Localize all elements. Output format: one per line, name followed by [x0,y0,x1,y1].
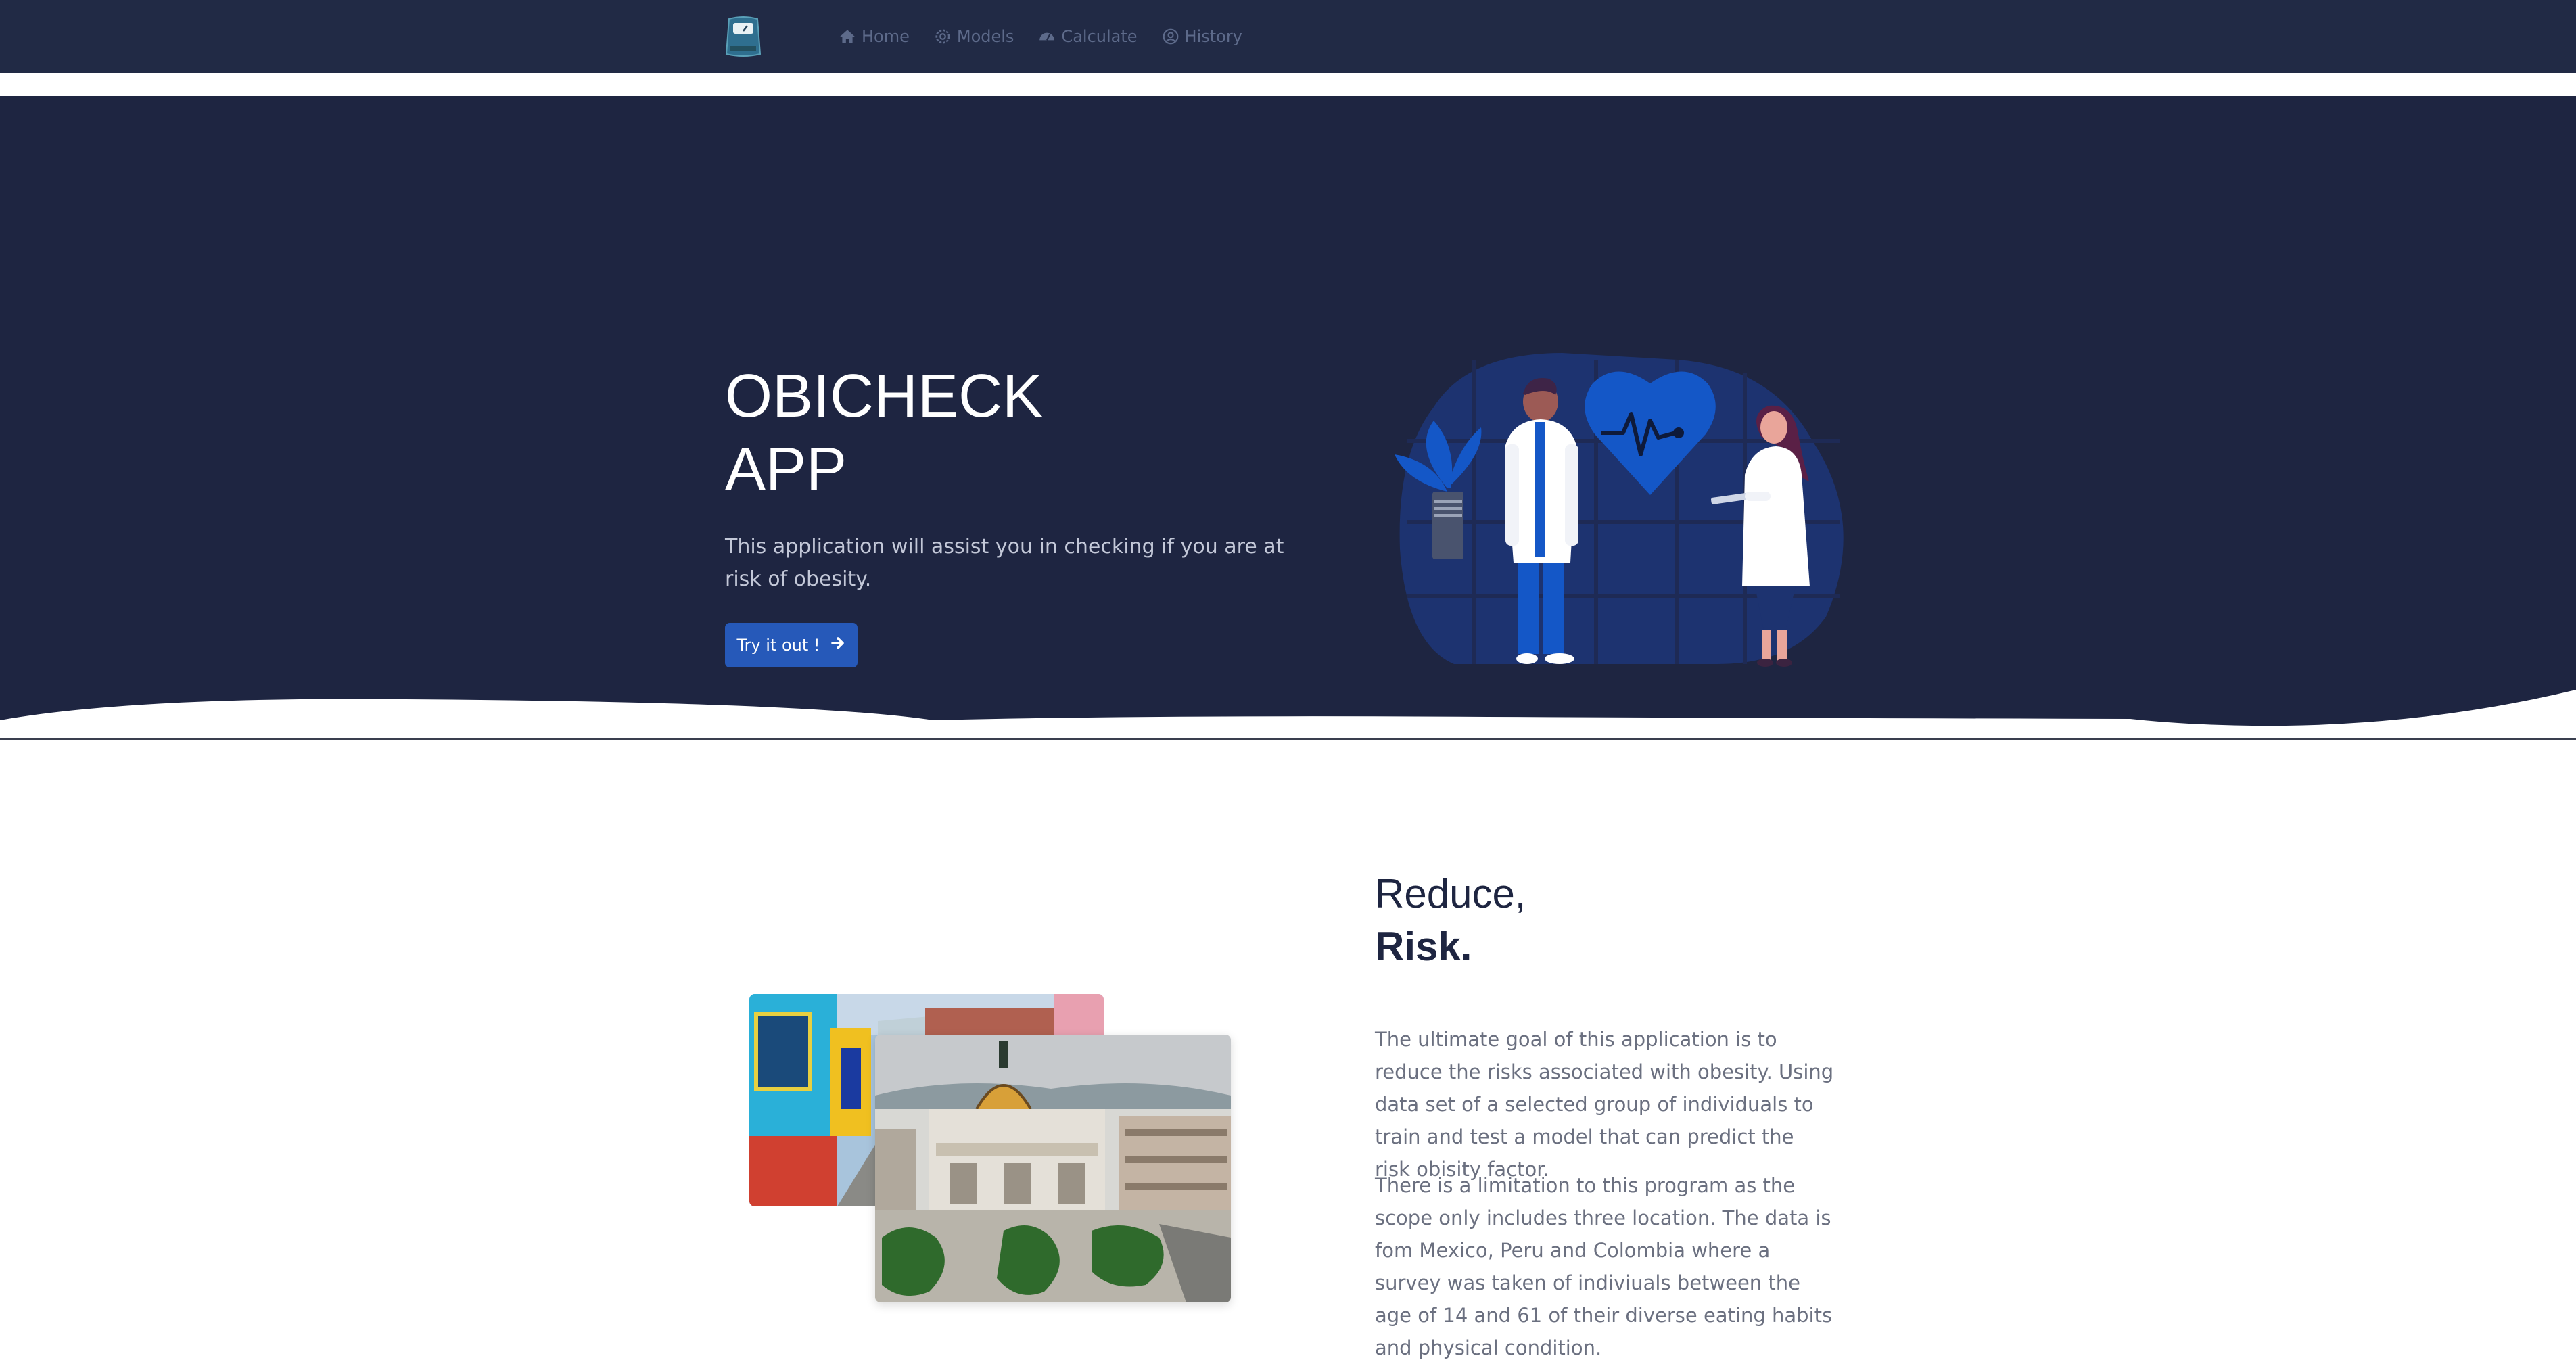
hero-description: This application will assist you in chec… [725,535,1284,591]
section-divider [0,738,2576,740]
about-paragraph-2: There is a limitation to this program as… [1375,1174,1833,1359]
arrow-right-icon [830,635,846,656]
nav-link-history[interactable]: History [1162,27,1242,46]
hero-wave-divider [0,683,2576,751]
nav-links: Home Models Calculate History [839,0,1267,73]
nav-link-label: Models [956,27,1014,46]
gauge-icon [1039,32,1055,41]
try-it-out-button[interactable]: Try it out ! [725,623,858,667]
doctors-heart-illustration [1395,353,1844,667]
user-circle-icon [1163,28,1178,45]
hero-title-line2: APP [725,436,847,503]
photo-collage [749,994,1231,1302]
try-it-out-label: Try it out ! [736,636,820,655]
about-paragraph-1: The ultimate goal of this application is… [1375,1028,1834,1181]
hero-section: OBICHECK APP This application will assis… [0,96,2576,742]
nav-link-label: History [1184,27,1242,46]
hero-title-line1: OBICHECK [725,362,1044,430]
nav-link-models[interactable]: Models [934,27,1014,46]
hero-title: OBICHECK APP [725,360,1198,506]
palace-of-fine-arts-photo [875,1035,1231,1302]
nav-link-calculate[interactable]: Calculate [1038,27,1138,46]
nav-link-label: Calculate [1061,27,1138,46]
scale-icon[interactable] [725,16,762,57]
navbar: Home Models Calculate History [0,0,2576,73]
home-icon [840,30,855,43]
nav-link-label: Home [862,27,910,46]
reduce-heading-line1: Reduce, [1375,871,1526,916]
nav-link-home[interactable]: Home [839,27,910,46]
reduce-risk-heading: Reduce, Risk. [1375,868,1526,973]
gear-icon [935,29,950,44]
reduce-heading-line2: Risk. [1375,924,1472,969]
